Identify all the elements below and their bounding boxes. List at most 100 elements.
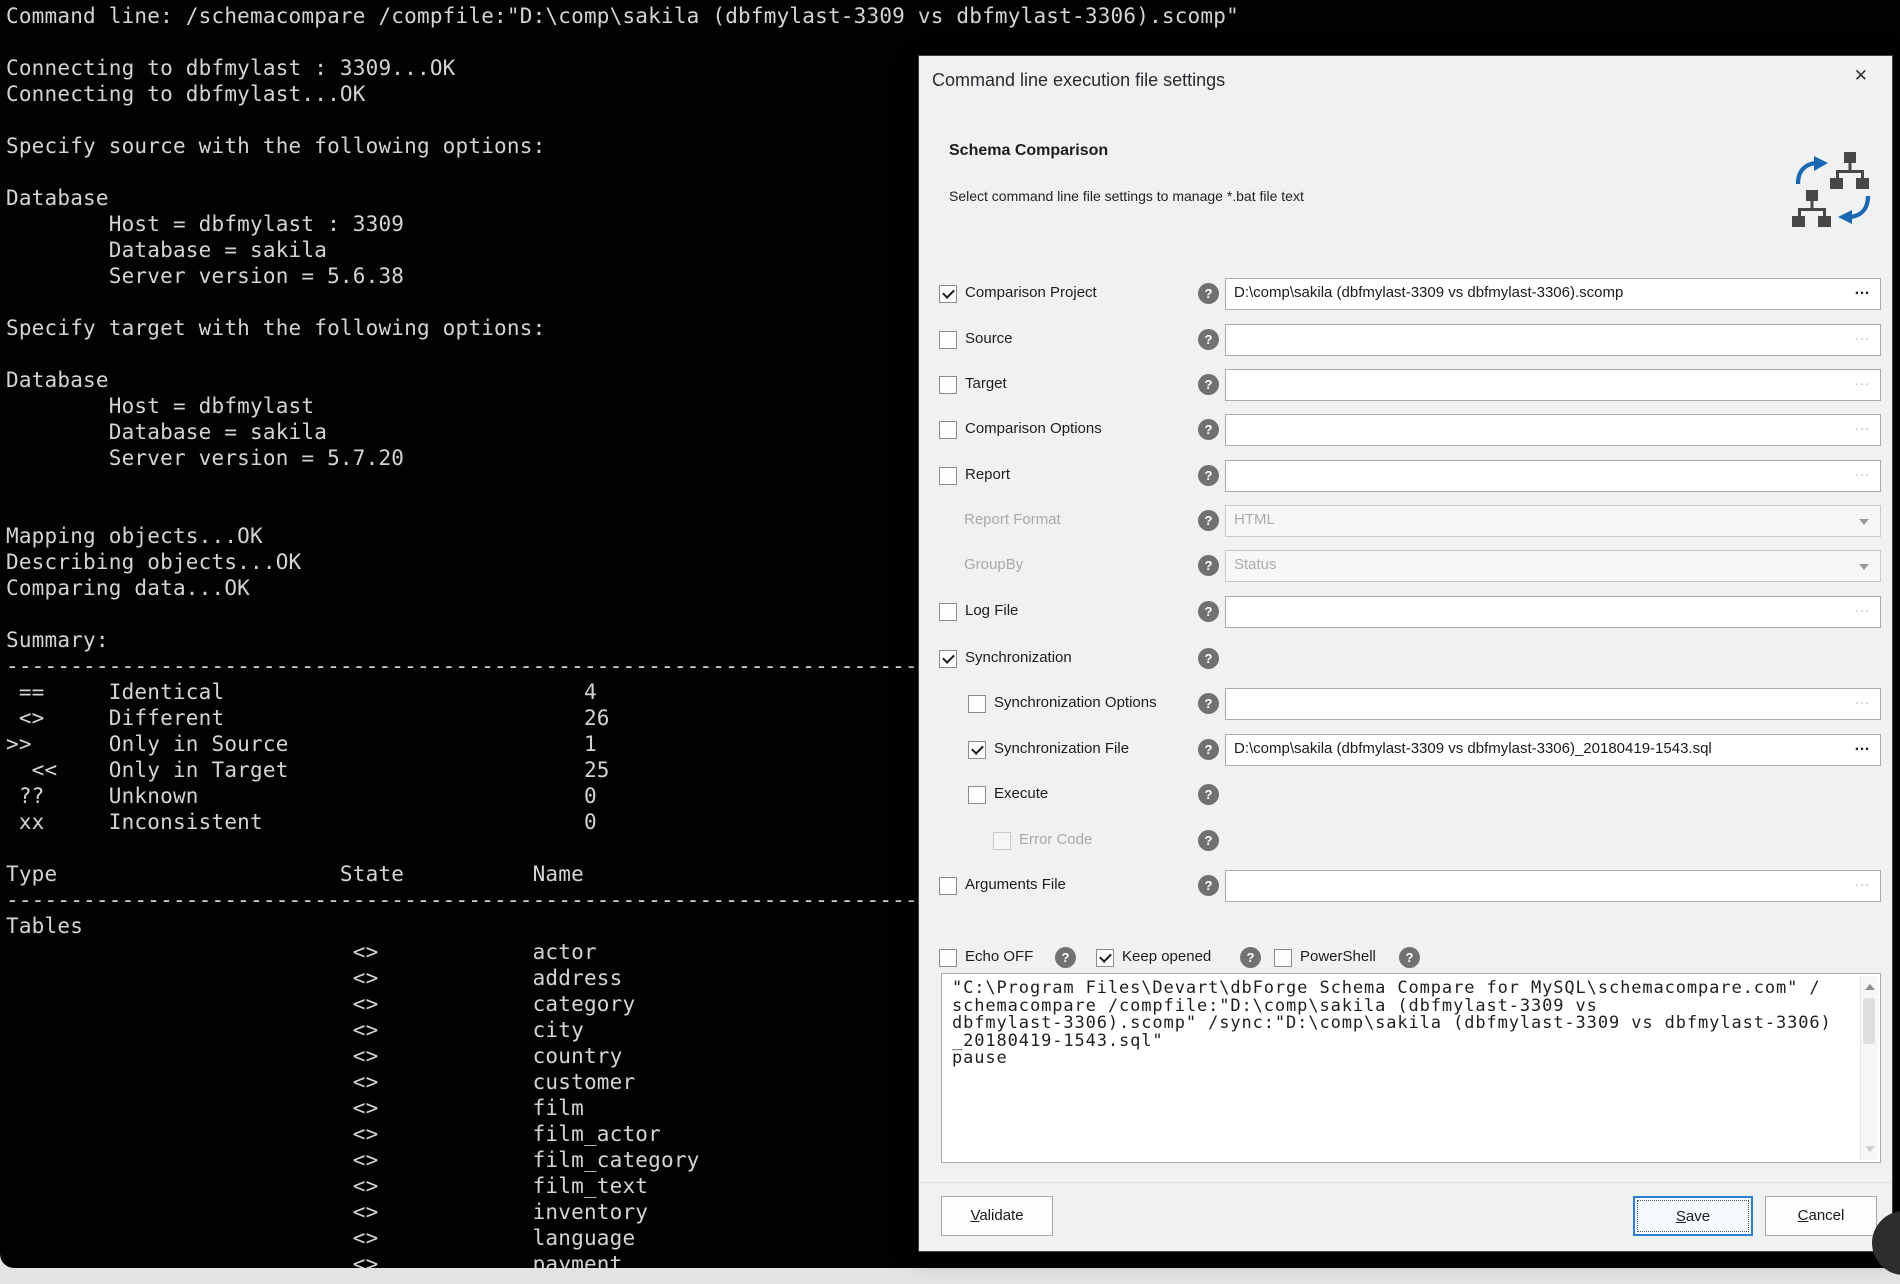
section-title: Schema Comparison — [949, 142, 1108, 160]
browse-button[interactable]: … — [1854, 599, 1871, 617]
help-icon[interactable]: ? — [1198, 419, 1219, 440]
chevron-down-icon — [1859, 564, 1869, 570]
source-label: Source — [965, 330, 1013, 347]
groupby-label: GroupBy — [964, 556, 1023, 573]
browse-button[interactable]: … — [1854, 873, 1871, 891]
report-field[interactable]: … — [1225, 460, 1881, 492]
row-synchronization-file: Synchronization File ? D:\comp\sakila (d… — [919, 728, 1894, 772]
row-comparison-project: Comparison Project ? D:\comp\sakila (dbf… — [919, 272, 1894, 316]
synchronization-options-checkbox[interactable] — [968, 695, 986, 713]
synchronization-checkbox[interactable] — [939, 650, 957, 668]
error-code-label: Error Code — [1019, 831, 1092, 848]
help-icon[interactable]: ? — [1055, 947, 1076, 968]
scroll-up-icon[interactable] — [1865, 984, 1875, 990]
browse-button[interactable]: … — [1854, 327, 1871, 345]
screen: Command line: /schemacompare /compfile:"… — [0, 0, 1900, 1284]
row-log-file: Log File ? … — [919, 590, 1894, 634]
log-file-checkbox[interactable] — [939, 603, 957, 621]
help-icon[interactable]: ? — [1198, 601, 1219, 622]
row-arguments-file: Arguments File ? … — [919, 864, 1894, 908]
browse-button[interactable]: … — [1854, 417, 1871, 435]
help-icon[interactable]: ? — [1198, 510, 1219, 531]
execute-checkbox[interactable] — [968, 786, 986, 804]
error-code-checkbox — [993, 832, 1011, 850]
chevron-down-icon — [1859, 519, 1869, 525]
footer-divider — [919, 1182, 1892, 1183]
close-icon[interactable]: ✕ — [1850, 64, 1872, 88]
window-bottom-edge — [0, 1268, 1900, 1284]
help-icon[interactable]: ? — [1240, 947, 1261, 968]
source-field[interactable]: … — [1225, 324, 1881, 356]
browse-button[interactable]: … — [1854, 463, 1871, 481]
echo-off-checkbox[interactable] — [939, 949, 957, 967]
row-synchronization: Synchronization ? — [919, 637, 1894, 681]
dialog-title: Command line execution file settings — [932, 70, 1225, 91]
cancel-button[interactable]: Cancel — [1765, 1196, 1877, 1236]
help-icon[interactable]: ? — [1198, 830, 1219, 851]
help-icon[interactable]: ? — [1198, 693, 1219, 714]
echo-off-label: Echo OFF — [965, 948, 1033, 965]
bat-file-text-area[interactable]: "C:\Program Files\Devart\dbForge Schema … — [941, 973, 1881, 1163]
arguments-file-checkbox[interactable] — [939, 877, 957, 895]
help-icon[interactable]: ? — [1399, 947, 1420, 968]
bat-file-text: "C:\Program Files\Devart\dbForge Schema … — [952, 980, 1832, 1068]
browse-button[interactable]: … — [1854, 372, 1871, 390]
comparison-project-checkbox[interactable] — [939, 285, 957, 303]
report-format-label: Report Format — [964, 511, 1061, 528]
synchronization-label: Synchronization — [965, 649, 1072, 666]
report-label: Report — [965, 466, 1010, 483]
help-icon[interactable]: ? — [1198, 555, 1219, 576]
comparison-options-field[interactable]: … — [1225, 414, 1881, 446]
target-checkbox[interactable] — [939, 376, 957, 394]
comparison-project-field[interactable]: D:\comp\sakila (dbfmylast-3309 vs dbfmyl… — [1225, 278, 1881, 310]
log-file-label: Log File — [965, 602, 1018, 619]
section-subtitle: Select command line file settings to man… — [949, 188, 1304, 204]
comparison-options-label: Comparison Options — [965, 420, 1102, 437]
scrollbar[interactable] — [1860, 976, 1878, 1160]
browse-button[interactable]: … — [1854, 737, 1871, 755]
groupby-select: Status — [1225, 550, 1881, 582]
row-synchronization-options: Synchronization Options ? … — [919, 682, 1894, 726]
powershell-checkbox[interactable] — [1274, 949, 1292, 967]
row-report: Report ? … — [919, 454, 1894, 498]
synchronization-options-field[interactable]: … — [1225, 688, 1881, 720]
row-groupby: GroupBy ? Status — [919, 544, 1894, 588]
scrollbar-thumb[interactable] — [1863, 998, 1875, 1044]
synchronization-file-label: Synchronization File — [994, 740, 1129, 757]
execute-label: Execute — [994, 785, 1048, 802]
row-target: Target ? … — [919, 363, 1894, 407]
keep-opened-checkbox[interactable] — [1096, 949, 1114, 967]
save-button[interactable]: Save — [1633, 1196, 1753, 1236]
comparison-options-checkbox[interactable] — [939, 421, 957, 439]
help-icon[interactable]: ? — [1198, 283, 1219, 304]
schema-comparison-icon — [1790, 148, 1876, 232]
help-icon[interactable]: ? — [1198, 374, 1219, 395]
help-icon[interactable]: ? — [1198, 465, 1219, 486]
row-execute: Execute ? — [919, 773, 1894, 817]
target-field[interactable]: … — [1225, 369, 1881, 401]
browse-button[interactable]: … — [1854, 691, 1871, 709]
browse-button[interactable]: … — [1854, 281, 1871, 299]
row-comparison-options: Comparison Options ? … — [919, 408, 1894, 452]
help-icon[interactable]: ? — [1198, 648, 1219, 669]
scroll-down-icon[interactable] — [1865, 1146, 1875, 1152]
source-checkbox[interactable] — [939, 331, 957, 349]
log-file-field[interactable]: … — [1225, 596, 1881, 628]
arguments-file-field[interactable]: … — [1225, 870, 1881, 902]
target-label: Target — [965, 375, 1007, 392]
row-error-code: Error Code ? — [919, 819, 1894, 863]
row-source: Source ? … — [919, 318, 1894, 362]
report-format-select: HTML — [1225, 505, 1881, 537]
synchronization-options-label: Synchronization Options — [994, 694, 1157, 711]
command-line-settings-dialog: Command line execution file settings ✕ S… — [918, 55, 1893, 1252]
arguments-file-label: Arguments File — [965, 876, 1066, 893]
help-icon[interactable]: ? — [1198, 739, 1219, 760]
validate-button[interactable]: Validate — [941, 1196, 1053, 1236]
help-icon[interactable]: ? — [1198, 329, 1219, 350]
synchronization-file-checkbox[interactable] — [968, 741, 986, 759]
help-icon[interactable]: ? — [1198, 875, 1219, 896]
report-checkbox[interactable] — [939, 467, 957, 485]
synchronization-file-field[interactable]: D:\comp\sakila (dbfmylast-3309 vs dbfmyl… — [1225, 734, 1881, 766]
help-icon[interactable]: ? — [1198, 784, 1219, 805]
powershell-label: PowerShell — [1300, 948, 1376, 965]
